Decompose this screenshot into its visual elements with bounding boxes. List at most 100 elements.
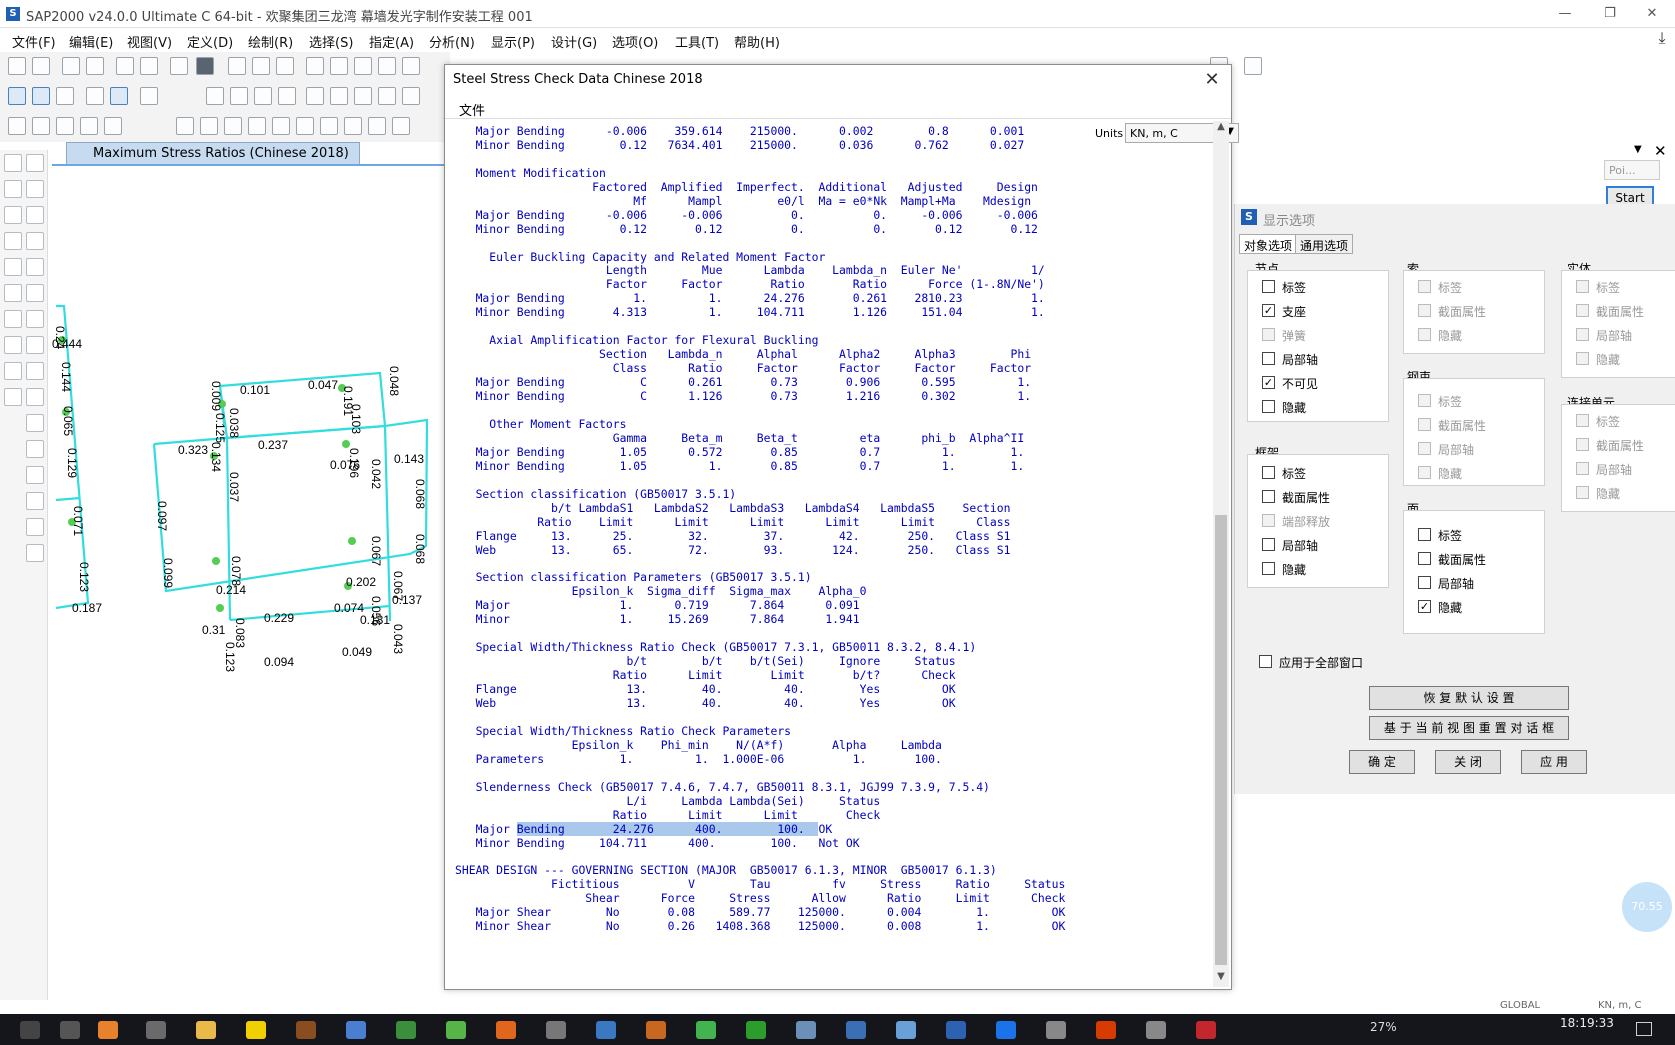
restore-defaults-button[interactable]: 恢 复 默 认 设 置 <box>1369 686 1569 710</box>
menu-view[interactable]: 视图(V) <box>127 32 172 51</box>
app-icon[interactable] <box>446 1021 466 1039</box>
draw-line-icon[interactable] <box>4 206 22 224</box>
quick-draw-icon[interactable] <box>32 87 50 105</box>
draw-poly-area-icon[interactable] <box>4 284 22 302</box>
checkbox-joint-0[interactable]: 标签 <box>1262 277 1372 299</box>
open-icon[interactable] <box>32 57 50 75</box>
assign-frame-icon[interactable] <box>32 117 50 135</box>
snap-fine-grid-icon[interactable] <box>26 518 44 536</box>
checkbox-unchecked[interactable] <box>1262 280 1275 293</box>
app-icon[interactable] <box>846 1021 866 1039</box>
view-tab[interactable]: Maximum Stress Ratios (Chinese 2018) <box>66 142 360 164</box>
checkbox-unchecked[interactable] <box>1262 490 1275 503</box>
draw-point-icon[interactable] <box>26 180 44 198</box>
app-icon[interactable] <box>646 1021 666 1039</box>
start-menu-icon[interactable] <box>20 1021 40 1039</box>
dialog-titlebar[interactable]: Steel Stress Check Data Chinese 2018 ✕ <box>445 65 1231 95</box>
run-icon[interactable] <box>252 57 270 75</box>
app-icon[interactable] <box>496 1021 516 1039</box>
select-all-tool-icon[interactable] <box>4 362 22 380</box>
display-options-titlebar[interactable]: S 显示选项 <box>1235 204 1675 230</box>
sap2000-task-icon[interactable] <box>896 1021 916 1039</box>
checkbox-unchecked[interactable] <box>1262 538 1275 551</box>
assign-link-icon[interactable] <box>104 117 122 135</box>
app-icon[interactable] <box>946 1021 966 1039</box>
paste-icon[interactable] <box>254 87 272 105</box>
point-loads-icon[interactable] <box>368 117 386 135</box>
zoom-extents-icon[interactable] <box>330 57 348 75</box>
checkbox-unchecked[interactable] <box>1262 352 1275 365</box>
tab-general-options[interactable]: 通用选项 <box>1295 234 1354 254</box>
frame-loads-icon[interactable] <box>176 117 194 135</box>
draw-brace-icon[interactable] <box>26 258 44 276</box>
checkbox-unchecked[interactable] <box>1262 400 1275 413</box>
redo-icon[interactable] <box>140 57 158 75</box>
assign-area-icon[interactable] <box>80 117 98 135</box>
folder-icon[interactable] <box>196 1021 216 1039</box>
pressure-loads-icon[interactable] <box>272 117 290 135</box>
checkbox-area-3[interactable]: ✓ 隐藏 <box>1418 597 1528 619</box>
app-icon[interactable] <box>296 1021 316 1039</box>
draw-cable-icon[interactable] <box>4 232 22 250</box>
quick-area-icon[interactable] <box>4 310 22 328</box>
checkbox-frame-3[interactable]: 局部轴 <box>1262 535 1372 557</box>
ok-button[interactable]: 确 定 <box>1349 750 1415 774</box>
app-icon[interactable] <box>1046 1021 1066 1039</box>
checkbox-unchecked[interactable] <box>1262 466 1275 479</box>
draw-frame-tool-icon[interactable] <box>26 232 44 250</box>
checkbox-area-2[interactable]: 局部轴 <box>1418 573 1528 595</box>
snap-options-icon[interactable] <box>26 544 44 562</box>
draw-rect-area-icon[interactable] <box>26 284 44 302</box>
pane-close-icon[interactable]: ✕ <box>1654 142 1667 160</box>
speed-badge[interactable]: 70.55 <box>1622 882 1672 932</box>
checkbox-joint-1[interactable]: ✓ 支座 <box>1262 301 1372 323</box>
close-button[interactable]: 关 闭 <box>1435 750 1501 774</box>
strain-loads-icon[interactable] <box>248 117 266 135</box>
app-icon[interactable] <box>796 1021 816 1039</box>
checkbox-joint-4[interactable]: ✓ 不可见 <box>1262 373 1372 395</box>
tray-clock[interactable]: 18:19:33 <box>1560 1016 1614 1030</box>
notification-icon[interactable] <box>1636 1022 1652 1036</box>
app-icon[interactable] <box>1196 1021 1216 1039</box>
stress-report-text[interactable]: Axial 0.12 125.888 215000. 0.001 0.8 0. … <box>447 121 1207 987</box>
select-window-icon[interactable] <box>4 336 22 354</box>
menu-define[interactable]: 定义(D) <box>187 32 233 51</box>
app-icon[interactable] <box>146 1021 166 1039</box>
print-icon[interactable] <box>86 57 104 75</box>
draw-solid-icon[interactable] <box>26 310 44 328</box>
checkbox-checked[interactable]: ✓ <box>1262 304 1275 317</box>
checkbox-frame-4[interactable]: 隐藏 <box>1262 559 1372 581</box>
checkbox-joint-3[interactable]: 局部轴 <box>1262 349 1372 371</box>
menu-edit[interactable]: 编辑(E) <box>69 32 113 51</box>
scroll-down-icon[interactable]: ▼ <box>1213 971 1229 987</box>
select-intersect-icon[interactable] <box>26 336 44 354</box>
apply-all-windows-checkbox[interactable]: 应用于全部窗口 <box>1259 652 1459 674</box>
app-icon[interactable] <box>596 1021 616 1039</box>
lock-icon[interactable] <box>196 57 214 75</box>
checkbox-frame-0[interactable]: 标签 <box>1262 463 1372 485</box>
snap-point-icon[interactable] <box>26 388 44 406</box>
search-icon[interactable] <box>60 1021 80 1039</box>
save-icon[interactable] <box>62 57 80 75</box>
refresh-view-icon[interactable] <box>276 57 294 75</box>
app-icon[interactable] <box>1096 1021 1116 1039</box>
pan-icon[interactable] <box>4 154 22 172</box>
new-model-icon[interactable] <box>8 57 26 75</box>
model-view[interactable]: 0.24 0.444 0.144 0.065 0.129 0.071 0.123… <box>52 164 444 1000</box>
gravity-loads-icon[interactable] <box>296 117 314 135</box>
replicate-icon[interactable] <box>306 87 324 105</box>
reshape-icon[interactable] <box>4 180 22 198</box>
snap-intersection-icon[interactable] <box>26 440 44 458</box>
menu-design[interactable]: 设计(G) <box>551 32 597 51</box>
app-icon[interactable] <box>396 1021 416 1039</box>
draw-special-joint-icon[interactable] <box>26 206 44 224</box>
checkbox-checked[interactable]: ✓ <box>1262 376 1275 389</box>
wind-loads-icon[interactable] <box>320 117 338 135</box>
checkbox-joint-5[interactable]: 隐藏 <box>1262 397 1372 419</box>
zoom-window-icon[interactable] <box>306 57 324 75</box>
wechat-icon[interactable] <box>696 1021 716 1039</box>
assign-load-icon[interactable] <box>56 117 74 135</box>
menu-help[interactable]: 帮助(H) <box>734 32 780 51</box>
merge-icon[interactable] <box>354 87 372 105</box>
menu-options[interactable]: 选项(O) <box>612 32 658 51</box>
